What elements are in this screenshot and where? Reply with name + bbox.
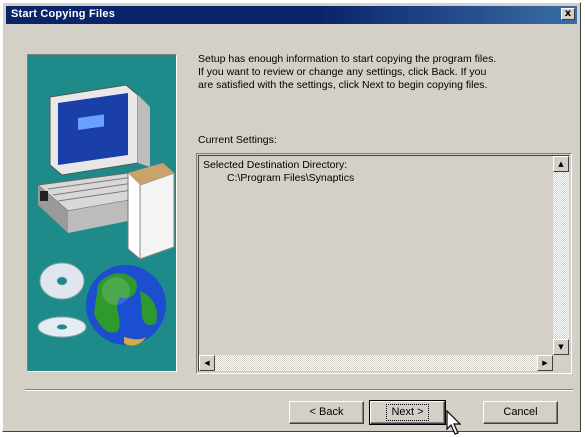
button-separator (25, 389, 573, 391)
intro-text: Setup has enough information to start co… (198, 53, 568, 92)
cancel-button-label: Cancel (503, 406, 538, 418)
cancel-button[interactable]: Cancel (483, 401, 558, 424)
computer-cd-globe-illustration-icon (36, 84, 175, 346)
arrow-left-icon: ◀ (204, 359, 210, 367)
scroll-left-button[interactable]: ◀ (199, 355, 215, 371)
current-settings-textbox[interactable]: Selected Destination Directory: C:\Progr… (196, 153, 572, 374)
title-bar[interactable]: Start Copying Files x (6, 6, 577, 24)
intro-line: are satisfied with the settings, click N… (198, 79, 488, 91)
scroll-right-button[interactable]: ▶ (537, 355, 553, 371)
arrow-down-icon: ▼ (558, 343, 564, 351)
back-button[interactable]: < Back (289, 401, 364, 424)
close-icon: x (564, 8, 572, 19)
settings-line: Selected Destination Directory: (203, 159, 348, 171)
settings-inner: Selected Destination Directory: C:\Progr… (198, 155, 570, 372)
setup-illustration (27, 54, 177, 372)
back-button-label: < Back (309, 406, 344, 418)
settings-content: Selected Destination Directory: C:\Progr… (203, 159, 354, 185)
arrow-up-icon: ▲ (558, 160, 564, 168)
settings-line: C:\Program Files\Synaptics (227, 172, 355, 184)
intro-line: Setup has enough information to start co… (198, 53, 497, 65)
current-settings-label: Current Settings: (198, 134, 277, 146)
arrow-right-icon: ▶ (542, 359, 548, 367)
mouse-pointer-icon (446, 410, 462, 435)
intro-line: If you want to review or change any sett… (198, 66, 487, 78)
scrollbar-corner (553, 355, 569, 371)
vertical-scrollbar[interactable]: ▲ ▼ (553, 156, 569, 355)
setup-dialog: Start Copying Files x Setup has enough i… (2, 2, 581, 435)
close-button[interactable]: x (561, 8, 575, 20)
next-button-label: Next > (386, 404, 429, 421)
window-title: Start Copying Files (11, 8, 116, 20)
horizontal-scrollbar[interactable]: ◀ ▶ (199, 355, 553, 371)
scroll-down-button[interactable]: ▼ (553, 339, 569, 355)
next-button[interactable]: Next > (369, 400, 446, 425)
scroll-up-button[interactable]: ▲ (553, 156, 569, 172)
